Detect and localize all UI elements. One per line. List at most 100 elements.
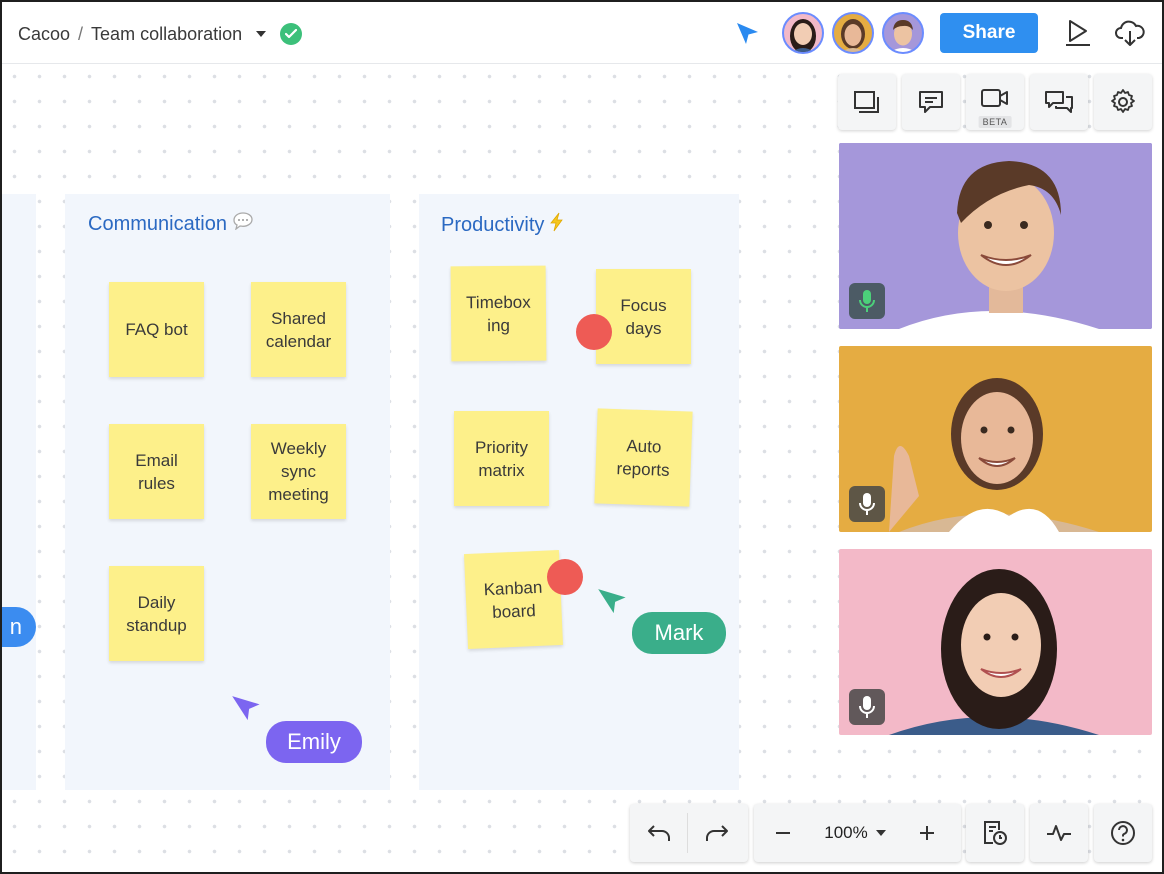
help-icon	[1111, 821, 1135, 845]
cursor-arrow-icon	[232, 692, 264, 729]
video-tile[interactable]	[839, 346, 1152, 532]
whiteboard-canvas[interactable]: Communication Productivity FAQ bot Share…	[2, 64, 1162, 872]
cursor-label-emily: Emily	[266, 721, 362, 763]
saved-check-icon	[280, 23, 303, 45]
sticky-note-text: Email	[135, 450, 178, 470]
sticky-note[interactable]: Priority matrix	[454, 411, 549, 506]
participant-video	[839, 346, 1152, 532]
sticky-note-text: Daily	[137, 592, 176, 612]
microphone-icon	[859, 696, 875, 718]
microphone-icon	[859, 493, 875, 515]
sticky-note[interactable]: Email rules	[109, 424, 204, 519]
zoom-level-value: 100%	[824, 823, 868, 842]
mic-button[interactable]	[849, 486, 885, 522]
sticky-note-text: Weekly	[270, 439, 327, 458]
participant-video	[839, 143, 1152, 329]
sticky-note[interactable]: Auto reports	[594, 408, 693, 507]
breadcrumb: Cacoo / Team collaboration	[18, 20, 303, 48]
video-camera-icon	[981, 89, 1008, 107]
lightning-icon	[550, 212, 564, 238]
chat-button[interactable]	[1030, 74, 1088, 130]
top-header: Cacoo / Team collaboration Share	[2, 2, 1162, 64]
activity-button-group	[1030, 804, 1088, 862]
activity-button[interactable]	[1030, 804, 1088, 862]
sticky-note-text: rules	[138, 473, 175, 493]
video-tile[interactable]	[839, 143, 1152, 329]
zoom-in-button[interactable]	[898, 804, 956, 862]
side-toolbar: BETA	[838, 74, 1152, 130]
sticky-note-text: FAQ bot	[125, 320, 188, 339]
video-button[interactable]: BETA	[966, 74, 1024, 130]
gear-icon	[1111, 89, 1135, 113]
minus-icon	[776, 832, 790, 834]
sticky-note-text: Kanban	[483, 577, 543, 599]
sticky-note[interactable]: FAQ bot	[109, 282, 204, 377]
cursor-name: Mark	[654, 620, 704, 645]
sticky-note-text: Shared	[271, 308, 326, 328]
column-title-productivity: Productivity	[441, 212, 564, 238]
sticky-note[interactable]: Daily standup	[109, 566, 204, 661]
share-button[interactable]: Share	[940, 13, 1038, 53]
sticky-note-text: matrix	[478, 460, 525, 480]
avatar[interactable]	[832, 12, 874, 54]
breadcrumb-app[interactable]: Cacoo	[18, 24, 70, 45]
download-button[interactable]	[1110, 13, 1150, 53]
chevron-down-icon[interactable]	[256, 31, 267, 37]
sticky-note-text: ing	[487, 315, 511, 335]
column-partial-left	[2, 194, 36, 790]
history-log-button[interactable]	[966, 804, 1024, 862]
sticky-note-text: sync	[281, 462, 316, 481]
play-icon	[1066, 20, 1090, 46]
column-title-text: Productivity	[441, 213, 545, 236]
help-button[interactable]	[1094, 804, 1152, 862]
vote-dot[interactable]	[547, 559, 583, 595]
plus-icon	[920, 826, 934, 840]
cloud-download-icon	[1115, 20, 1145, 46]
comment-icon	[919, 91, 943, 113]
undo-button[interactable]	[630, 813, 688, 853]
document-history-icon	[984, 821, 1007, 845]
video-tile[interactable]	[839, 549, 1152, 735]
speech-bubble-icon	[233, 212, 253, 236]
vote-dot[interactable]	[576, 314, 612, 350]
history-clock-button[interactable]	[966, 804, 1024, 862]
chat-icon	[1045, 91, 1073, 113]
sticky-note[interactable]: Weekly sync meeting	[251, 424, 346, 519]
settings-button[interactable]	[1094, 74, 1152, 130]
pages-button[interactable]	[838, 74, 896, 130]
column-title-communication: Communication	[88, 212, 253, 236]
sticky-note[interactable]: Focus days	[596, 269, 691, 364]
mic-button[interactable]	[849, 689, 885, 725]
zoom-out-button[interactable]	[754, 804, 812, 862]
mic-active-button[interactable]	[849, 283, 885, 319]
redo-icon	[706, 825, 728, 841]
pointer-cursor-icon	[734, 20, 760, 46]
history-controls	[630, 804, 748, 862]
breadcrumb-separator: /	[78, 23, 84, 44]
present-button[interactable]	[1058, 13, 1098, 53]
zoom-level-dropdown[interactable]: 100%	[812, 823, 898, 843]
document-title[interactable]: Team collaboration	[91, 24, 242, 45]
undo-icon	[647, 825, 670, 841]
activity-icon	[1047, 825, 1071, 841]
cursor-label-mark: Mark	[632, 612, 726, 654]
avatar[interactable]	[882, 12, 924, 54]
redo-button[interactable]	[688, 804, 746, 862]
sticky-note[interactable]: Shared calendar	[251, 282, 346, 377]
microphone-icon	[859, 290, 875, 312]
sticky-note-text: reports	[616, 458, 670, 480]
avatar[interactable]	[782, 12, 824, 54]
comment-button[interactable]	[902, 74, 960, 130]
sticky-note-text: standup	[126, 615, 187, 635]
sticky-note[interactable]: Timebox ing	[450, 265, 547, 362]
sticky-note-text: Timebox	[466, 292, 531, 312]
help-button-group	[1094, 804, 1152, 862]
pages-icon	[854, 91, 879, 113]
sticky-note-text: Auto	[626, 435, 662, 457]
participant-video	[839, 549, 1152, 735]
sticky-note[interactable]: Kanban board	[463, 549, 564, 650]
sticky-note-text: days	[625, 318, 662, 338]
sticky-note-text: meeting	[268, 485, 329, 504]
app-window: Communication Productivity FAQ bot Share…	[0, 0, 1164, 874]
sticky-note-text: board	[491, 600, 537, 622]
